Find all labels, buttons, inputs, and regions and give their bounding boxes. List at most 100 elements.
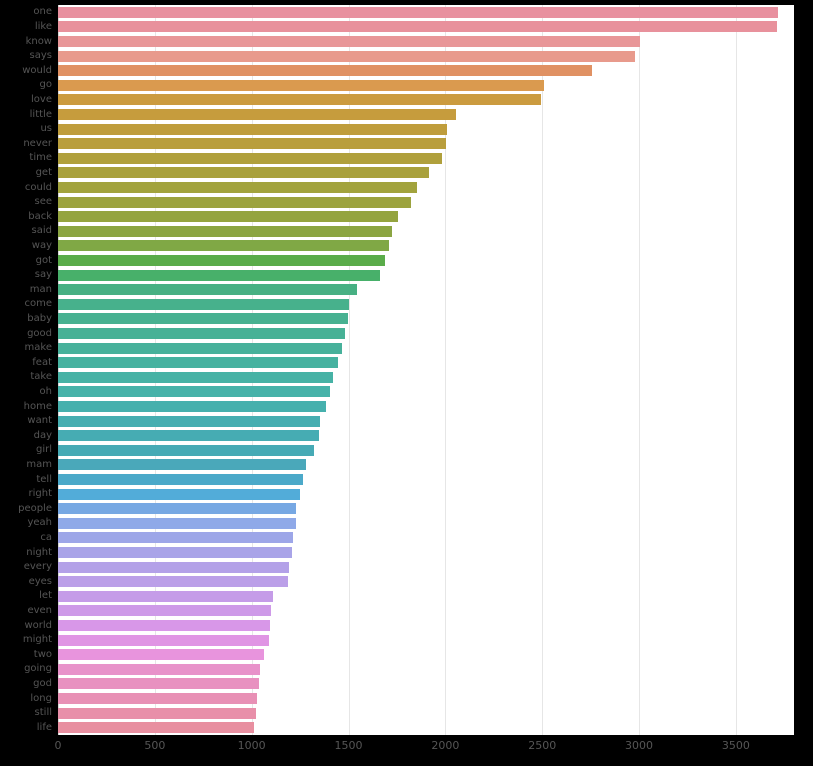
bar-row [58, 123, 794, 135]
bar-go[interactable] [58, 79, 545, 91]
y-tick-label-long: long [30, 692, 52, 704]
bar-row [58, 430, 794, 442]
bar-come[interactable] [58, 298, 349, 310]
bar-row [58, 269, 794, 281]
y-tick-label-us: us [40, 123, 52, 135]
bar-little[interactable] [58, 108, 457, 121]
bar-row [58, 138, 794, 150]
bar-says[interactable] [58, 50, 636, 62]
bar-might[interactable] [58, 634, 270, 646]
bar-ca[interactable] [58, 532, 294, 544]
bar-got[interactable] [58, 254, 386, 267]
bar-say[interactable] [58, 269, 380, 281]
bar-want[interactable] [58, 415, 321, 427]
bar-mam[interactable] [58, 459, 306, 471]
y-tick-label-day: day [33, 429, 52, 441]
bar-good[interactable] [58, 327, 345, 340]
bar-row [58, 254, 794, 267]
bar-oh[interactable] [58, 386, 331, 398]
bar-row [58, 605, 794, 617]
bar-people[interactable] [58, 503, 297, 515]
bar-row [58, 342, 794, 354]
bar-one[interactable] [58, 6, 778, 18]
bar-baby[interactable] [58, 313, 348, 325]
x-tick-label-500: 500 [144, 739, 166, 752]
y-tick-label-come: come [24, 298, 52, 310]
bar-let[interactable] [58, 590, 273, 602]
bar-row [58, 6, 794, 18]
y-tick-label-eyes: eyes [28, 575, 52, 587]
bar-row [58, 619, 794, 632]
y-tick-label-girl: girl [35, 444, 52, 456]
bar-would[interactable] [58, 65, 592, 77]
bar-row [58, 546, 794, 559]
y-tick-label-make: make [24, 342, 52, 354]
bar-time[interactable] [58, 152, 443, 164]
bar-row [58, 590, 794, 602]
bar-world[interactable] [58, 619, 271, 632]
y-tick-label-god: god [33, 677, 52, 689]
x-axis-tick-labels: 0 500 1000 1500 2000 2500 3000 3500 [54, 739, 794, 759]
bar-could[interactable] [58, 181, 418, 194]
bar-love[interactable] [58, 94, 542, 106]
bar-row [58, 240, 794, 252]
bar-row [58, 313, 794, 325]
x-tick-label-2500: 2500 [528, 739, 557, 752]
bar-day[interactable] [58, 430, 319, 442]
bar-right[interactable] [58, 488, 301, 500]
bar-every[interactable] [58, 561, 290, 573]
bar-back[interactable] [58, 211, 398, 223]
bar-feat[interactable] [58, 357, 338, 369]
bar-going[interactable] [58, 663, 261, 675]
bar-row [58, 400, 794, 413]
bar-row [58, 459, 794, 471]
y-tick-label-ca: ca [40, 531, 52, 543]
bar-never[interactable] [58, 138, 447, 150]
bar-row [58, 634, 794, 646]
bars-layer [58, 5, 794, 735]
bar-row [58, 532, 794, 544]
bar-row [58, 181, 794, 194]
bar-make[interactable] [58, 342, 342, 354]
bar-eyes[interactable] [58, 576, 289, 588]
y-tick-label-might: might [22, 634, 52, 646]
bar-tell[interactable] [58, 473, 303, 486]
bar-night[interactable] [58, 546, 293, 559]
y-tick-label-world: world [24, 619, 52, 631]
bar-take[interactable] [58, 371, 334, 383]
y-tick-label-life: life [36, 721, 52, 733]
bar-see[interactable] [58, 196, 412, 208]
y-tick-label-said: said [31, 225, 52, 237]
bar-still[interactable] [58, 707, 256, 719]
bar-know[interactable] [58, 35, 641, 48]
bar-even[interactable] [58, 605, 272, 617]
bar-row [58, 225, 794, 237]
bar-way[interactable] [58, 240, 390, 252]
bar-like[interactable] [58, 21, 777, 33]
bar-man[interactable] [58, 284, 358, 296]
x-tick-label-0: 0 [54, 739, 62, 752]
bar-row [58, 152, 794, 164]
x-tick-label-2000: 2000 [431, 739, 460, 752]
bar-god[interactable] [58, 678, 260, 690]
y-tick-label-good: good [27, 327, 52, 339]
bar-long[interactable] [58, 692, 258, 705]
y-tick-label-love: love [31, 93, 52, 105]
bar-two[interactable] [58, 649, 265, 661]
bar-row [58, 298, 794, 310]
bar-life[interactable] [58, 722, 254, 734]
bar-row [58, 79, 794, 91]
bar-get[interactable] [58, 167, 429, 179]
bar-row [58, 21, 794, 33]
x-tick-label-1000: 1000 [237, 739, 266, 752]
y-tick-label-know: know [25, 35, 52, 47]
y-tick-label-yeah: yeah [27, 517, 52, 529]
bar-yeah[interactable] [58, 517, 297, 529]
bar-said[interactable] [58, 225, 393, 237]
bar-us[interactable] [58, 123, 448, 135]
bar-row [58, 35, 794, 48]
bar-row [58, 211, 794, 223]
bar-girl[interactable] [58, 444, 314, 456]
bar-home[interactable] [58, 400, 327, 413]
y-tick-label-home: home [23, 400, 52, 412]
